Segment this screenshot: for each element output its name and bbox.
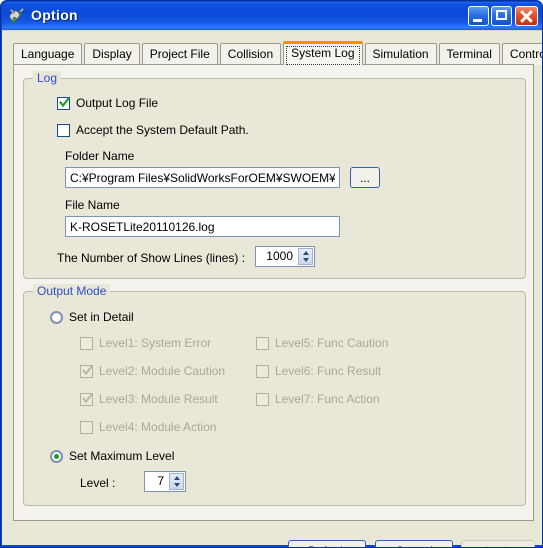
tab-label: Terminal <box>446 47 492 61</box>
log-group-legend: Log <box>33 71 62 85</box>
level7-label: Level7: Func Action <box>275 392 380 406</box>
tab-label: Simulation <box>372 47 429 61</box>
tab-content-panel: Log Output Log File Accept the System De… <box>13 64 534 521</box>
tab-label: Project File <box>149 47 210 61</box>
chevron-down-icon <box>302 258 309 262</box>
log-group: Log Output Log File Accept the System De… <box>23 71 526 279</box>
set-in-detail-label: Set in Detail <box>69 310 134 324</box>
tab-collision[interactable]: Collision <box>219 43 282 65</box>
tab-label: Collision <box>227 47 274 61</box>
show-lines-value: 1000 <box>266 249 293 263</box>
folder-name-input[interactable] <box>65 167 340 188</box>
chevron-down-icon <box>173 483 180 487</box>
level4-checkbox[interactable] <box>80 421 93 434</box>
tab-display[interactable]: Display <box>84 43 140 65</box>
stepper-up-button[interactable] <box>170 474 183 482</box>
set-maximum-level-radio[interactable] <box>50 450 63 463</box>
default-button[interactable]: Default <box>288 540 366 547</box>
tab-system-log[interactable]: System Log <box>283 41 363 65</box>
radio-dot-icon <box>54 454 59 459</box>
output-mode-legend: Output Mode <box>33 284 111 298</box>
level5-checkbox[interactable] <box>256 337 269 350</box>
tools-wrench-screwdriver-icon <box>9 7 25 24</box>
show-lines-label: The Number of Show Lines (lines) : <box>57 251 246 265</box>
level-label: Level : <box>80 476 116 490</box>
level1-checkbox[interactable] <box>80 337 93 350</box>
folder-browse-button[interactable]: ... <box>350 167 380 188</box>
maximize-button[interactable] <box>491 6 512 26</box>
window-title: Option <box>31 7 78 23</box>
tab-controller[interactable]: Controller <box>501 43 542 65</box>
level2-checkbox[interactable] <box>80 365 93 378</box>
level-value: 7 <box>157 474 164 488</box>
output-mode-group: Output Mode Set in Detail Level1: System… <box>23 284 526 506</box>
apply-button: Apply <box>461 540 535 547</box>
minimize-icon <box>473 19 482 22</box>
tab-language[interactable]: Language <box>13 43 83 65</box>
cancel-button[interactable]: Cancel <box>375 540 453 547</box>
tab-simulation[interactable]: Simulation <box>364 43 437 65</box>
show-lines-stepper[interactable]: 1000 <box>255 246 315 267</box>
minimize-button[interactable] <box>468 6 489 26</box>
chevron-up-icon <box>302 251 309 255</box>
stepper-down-button[interactable] <box>170 482 183 490</box>
level1-label: Level1: System Error <box>99 336 212 350</box>
show-lines-stepper-buttons[interactable] <box>298 248 313 265</box>
level-stepper[interactable]: 7 <box>144 471 186 492</box>
level-stepper-buttons[interactable] <box>169 473 184 490</box>
tab-strip: Language Display Project File Collision … <box>13 41 542 65</box>
stepper-up-button[interactable] <box>299 249 312 257</box>
maximize-icon <box>496 10 507 20</box>
level3-checkbox[interactable] <box>80 393 93 406</box>
accept-default-path-checkbox[interactable] <box>57 124 70 137</box>
checkmark-icon <box>59 96 70 108</box>
level6-label: Level6: Func Result <box>275 364 382 378</box>
set-maximum-level-label: Set Maximum Level <box>69 449 175 463</box>
tab-label: Controller <box>509 47 542 61</box>
stepper-down-button[interactable] <box>299 257 312 265</box>
title-bar[interactable]: Option <box>2 2 542 30</box>
tab-label: System Log <box>291 46 355 60</box>
output-log-file-label: Output Log File <box>76 96 159 110</box>
tab-label: Display <box>92 47 132 61</box>
checkmark-icon <box>82 365 93 376</box>
level6-checkbox[interactable] <box>256 365 269 378</box>
level3-label: Level3: Module Result <box>99 392 218 406</box>
option-dialog-window: Option Language Display Project File Col… <box>0 0 543 548</box>
accept-default-path-label: Accept the System Default Path. <box>76 123 249 137</box>
level5-label: Level5: Func Caution <box>275 336 389 350</box>
chevron-up-icon <box>173 476 180 480</box>
tab-project-file[interactable]: Project File <box>141 43 218 65</box>
tab-label: Language <box>21 47 75 61</box>
checkmark-icon <box>82 393 93 404</box>
file-name-label: File Name <box>65 198 120 212</box>
level7-checkbox[interactable] <box>256 393 269 406</box>
level4-label: Level4: Module Action <box>99 420 217 434</box>
close-button[interactable] <box>515 6 538 26</box>
output-log-file-checkbox[interactable] <box>57 96 70 110</box>
set-in-detail-radio[interactable] <box>50 311 63 324</box>
file-name-input[interactable] <box>65 216 340 237</box>
dialog-body: Language Display Project File Collision … <box>2 30 542 547</box>
level2-label: Level2: Module Caution <box>99 364 226 378</box>
tab-terminal[interactable]: Terminal <box>438 43 500 65</box>
folder-name-label: Folder Name <box>65 149 135 163</box>
